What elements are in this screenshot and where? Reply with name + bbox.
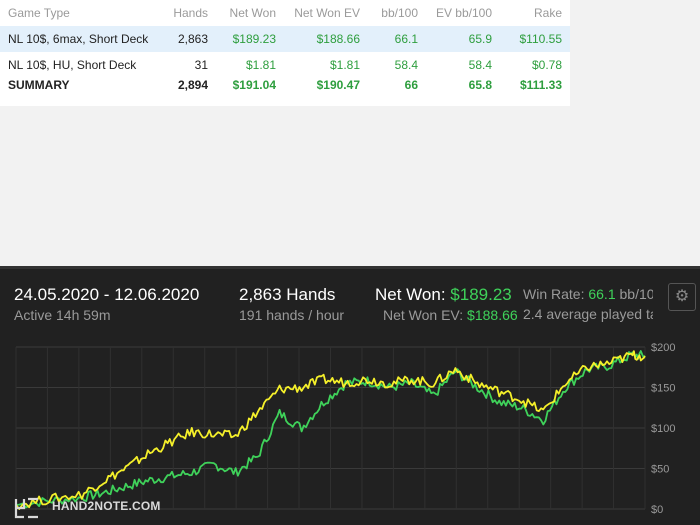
active-time: Active 14h 59m xyxy=(14,307,111,323)
stats-table: Game Type Hands Net Won Net Won EV bb/10… xyxy=(0,0,570,98)
win-rate-value: 66.1 xyxy=(588,286,616,302)
cell-game-type: NL 10$, 6max, Short Deck xyxy=(0,26,160,52)
cell-summary-ev-bb100: 65.8 xyxy=(468,78,492,92)
cell-summary-label: SUMMARY xyxy=(8,78,70,92)
y-tick-label: $100 xyxy=(651,423,675,435)
net-won-label: Net Won: xyxy=(375,285,451,304)
col-header-bb100[interactable]: bb/100 xyxy=(368,0,426,26)
col-header-rake[interactable]: Rake xyxy=(500,0,570,26)
table-header-row: Game Type Hands Net Won Net Won EV bb/10… xyxy=(0,0,570,26)
cell-ev-bb100: 58.4 xyxy=(468,58,492,72)
net-won-ev-label: Net Won EV: xyxy=(383,307,468,323)
cell-bb100: 58.4 xyxy=(394,58,418,72)
net-won-ev-summary: Net Won EV: $188.66 xyxy=(383,307,518,323)
cell-game-type: NL 10$, HU, Short Deck xyxy=(8,58,137,72)
win-rate-unit: bb/100 xyxy=(619,286,653,302)
col-header-net-won-ev[interactable]: Net Won EV xyxy=(284,0,368,26)
hand2note-logo: HAND2NOTE.COM xyxy=(14,497,161,519)
gear-icon: ⚙ xyxy=(674,288,690,305)
settings-gear-button[interactable]: ⚙ xyxy=(668,283,696,311)
date-range: 24.05.2020 - 12.06.2020 xyxy=(14,285,200,304)
net-won-value: $189.23 xyxy=(450,285,512,304)
cell-net-won-ev: $1.81 xyxy=(329,58,360,72)
cell-ev-bb100: 65.9 xyxy=(426,26,500,52)
col-header-hands[interactable]: Hands xyxy=(160,0,216,26)
graph-panel: $0 $50 $100 $150 $200 24.05.2020 - 12.06.202… xyxy=(0,266,700,525)
win-rate: Win Rate: 66.1 bb/100 xyxy=(523,286,653,302)
table-row[interactable]: NL 10$, HU, Short Deck 31 $1.81 $1.81 58… xyxy=(0,52,570,78)
y-tick-label: $50 xyxy=(651,464,669,476)
summary-row: SUMMARY 2,894 $191.04 $190.47 66 65.8 $1… xyxy=(0,78,570,98)
col-header-net-won[interactable]: Net Won xyxy=(216,0,284,26)
cell-net-won: $189.23 xyxy=(216,26,284,52)
col-header-game-type[interactable]: Game Type xyxy=(0,0,160,26)
net-won-ev-value: $188.66 xyxy=(467,307,518,323)
hands-per-hour: 191 hands / hour xyxy=(239,307,345,323)
cell-net-won-ev: $188.66 xyxy=(284,26,368,52)
y-tick-label: $200 xyxy=(651,342,675,354)
cell-rake: $110.55 xyxy=(500,26,570,52)
cell-summary-rake: $111.33 xyxy=(519,78,562,92)
net-won-summary: Net Won: $189.23 xyxy=(375,285,512,305)
cell-net-won: $1.81 xyxy=(245,58,276,72)
cell-summary-hands: 2,894 xyxy=(177,78,208,92)
hands-count: 2,863 Hands xyxy=(239,285,336,304)
cell-hands: 2,863 xyxy=(160,26,216,52)
cell-summary-net-won-ev: $190.47 xyxy=(316,78,360,92)
table-row[interactable]: NL 10$, 6max, Short Deck 2,863 $189.23 $… xyxy=(0,26,570,52)
win-rate-label: Win Rate: xyxy=(523,286,589,302)
cell-bb100: 66.1 xyxy=(368,26,426,52)
cell-summary-bb100: 66 xyxy=(404,78,418,92)
logo-icon xyxy=(14,497,38,519)
cell-hands: 31 xyxy=(194,58,208,72)
y-tick-label: $0 xyxy=(651,504,663,516)
logo-text: HAND2NOTE.COM xyxy=(52,499,161,513)
average-tables: 2.4 average played tables xyxy=(523,306,653,322)
cell-rake: $0.78 xyxy=(531,58,562,72)
y-tick-label: $150 xyxy=(651,383,675,395)
stats-table-panel: Game Type Hands Net Won Net Won EV bb/10… xyxy=(0,0,570,106)
cell-summary-net-won: $191.04 xyxy=(232,78,276,92)
col-header-ev-bb100[interactable]: EV bb/100 xyxy=(426,0,500,26)
